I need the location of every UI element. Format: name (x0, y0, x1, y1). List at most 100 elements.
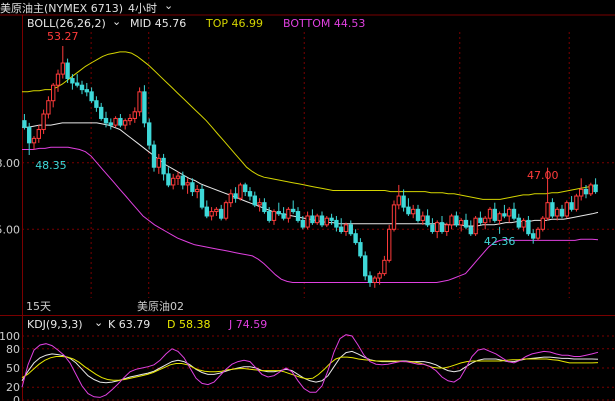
candle-body (281, 213, 286, 219)
candle-body (185, 182, 190, 186)
candle-body (262, 202, 267, 213)
candle-body (175, 175, 181, 179)
high-marker: 53.27 (47, 30, 79, 43)
instrument-title: 美原油主(NYMEX 6713) (0, 2, 123, 15)
candle-body (99, 106, 104, 119)
candle-body (406, 206, 411, 215)
candle-body (305, 215, 310, 228)
candle-body (348, 224, 353, 235)
candle-body (41, 113, 46, 131)
candle-body (70, 78, 75, 84)
candle-body (468, 226, 473, 235)
period-selector[interactable]: 4小时 (128, 0, 157, 16)
candle-body (286, 208, 291, 219)
candle-body (310, 215, 315, 224)
candle-body (27, 126, 32, 144)
kdj-chevron-down-icon[interactable]: ⌄ (94, 316, 103, 329)
candle-body (295, 211, 301, 221)
candle-body (108, 122, 113, 126)
candle-body (214, 208, 219, 213)
candle-body (555, 208, 560, 217)
candle-body (521, 219, 526, 228)
candle-body (171, 177, 176, 186)
candle-body (516, 217, 521, 228)
candle-body (540, 217, 545, 230)
candle-body (593, 184, 598, 193)
candle-body (387, 228, 392, 261)
candle-body (36, 129, 41, 139)
candle-body (444, 224, 449, 233)
candle-body (127, 117, 133, 122)
candle-body (84, 89, 89, 93)
candle-body (123, 120, 128, 126)
candle-body (75, 82, 80, 86)
candle-body (79, 84, 85, 91)
candle-body (219, 208, 224, 219)
low-marker: 42.36 (484, 235, 516, 248)
candle-body (51, 84, 56, 102)
candle-body (363, 255, 368, 277)
kdj-tick-label: 50 (6, 362, 20, 375)
candle-body (425, 215, 430, 226)
candle-body (367, 275, 373, 283)
candle-body (243, 184, 248, 193)
candle-body (156, 157, 161, 168)
candle-body (583, 188, 589, 195)
candle-body (459, 219, 464, 226)
price-annotation: 47.00 (527, 169, 559, 182)
kdj-j-line (21, 334, 599, 398)
candle-body (315, 215, 320, 224)
candle-body (492, 208, 497, 221)
candle-body (31, 137, 37, 144)
candle-body (483, 217, 488, 224)
kdj-tick-label: 80 (6, 343, 20, 356)
candle-body (238, 184, 243, 199)
candle-body (430, 224, 435, 233)
candle-body (195, 188, 200, 193)
period-chevron-down-icon[interactable]: ⌄ (164, 0, 173, 12)
candle-body (569, 202, 574, 210)
candle-body (180, 175, 185, 186)
candle-body (46, 100, 51, 115)
candle-body (65, 62, 70, 80)
candle-body (137, 91, 142, 113)
kdj-title[interactable]: KDJ(9,3,3) (27, 318, 83, 331)
candle-body (382, 259, 387, 275)
candle-body (204, 206, 209, 217)
candle-body (113, 117, 118, 126)
price-tick-label: 48.00 (0, 157, 20, 170)
candle-body (271, 211, 277, 221)
candle-body (339, 226, 344, 232)
candle-body (502, 213, 507, 217)
candle-body (228, 193, 233, 204)
candle-body (22, 120, 27, 128)
candle-body (463, 219, 469, 228)
candle-body (358, 242, 363, 257)
candle-body (103, 117, 109, 124)
candle-body (439, 222, 445, 232)
candle-body (531, 233, 536, 239)
candle-body (473, 217, 478, 235)
candle-body (161, 157, 166, 175)
candle-body (233, 193, 238, 199)
candle-body (449, 215, 454, 226)
candle-body (545, 202, 550, 219)
candle-body (190, 182, 195, 193)
kdj-tick-label: 0 (13, 394, 20, 401)
candle-body (478, 217, 483, 224)
candle-body (550, 202, 555, 217)
boll-legend: BOLL(26,26,2) ⌄ MID 45.76 TOP 46.99 BOTT… (0, 15, 615, 31)
candle-body (276, 211, 281, 215)
candle-body (94, 100, 99, 108)
candle-body (420, 215, 425, 221)
candle-body (300, 219, 305, 228)
candle-body (209, 211, 214, 217)
boll-bottom-value: BOTTOM 44.53 (283, 17, 366, 30)
candle-body (526, 219, 531, 235)
boll-bottom-line (22, 146, 599, 283)
candle-body (574, 195, 579, 210)
boll-chevron-down-icon[interactable]: ⌄ (112, 15, 121, 28)
boll-title[interactable]: BOLL(26,26,2) (27, 17, 106, 30)
candle-body (396, 195, 401, 206)
time-axis-label: 15天 (26, 300, 51, 313)
